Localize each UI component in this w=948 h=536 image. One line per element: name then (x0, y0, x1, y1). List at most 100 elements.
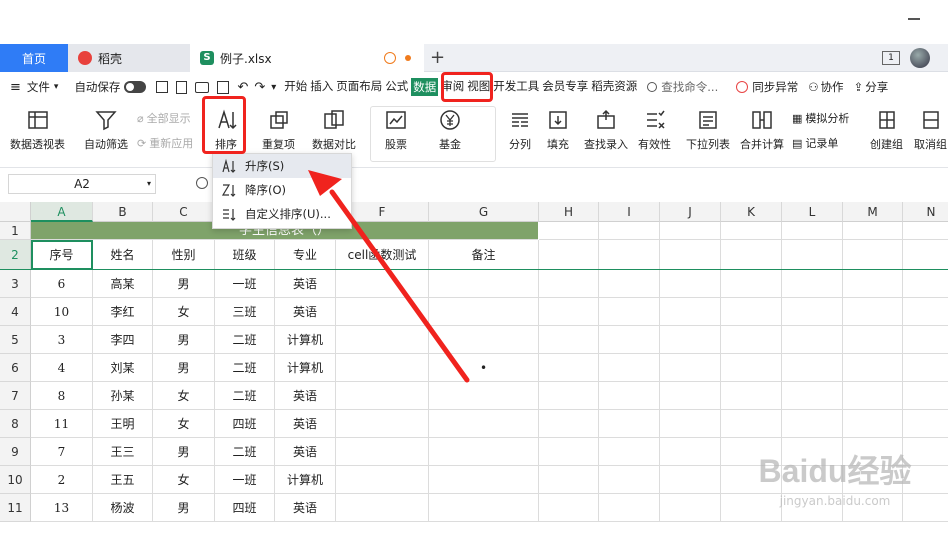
table-cell[interactable]: 6 (31, 270, 93, 298)
table-cell[interactable] (429, 466, 539, 494)
command-search[interactable]: 查找命令... (661, 79, 718, 95)
empty-cell[interactable] (539, 410, 599, 438)
table-cell[interactable]: 王三 (93, 438, 153, 466)
menu-formula[interactable]: 公式 (385, 78, 408, 96)
table-cell[interactable]: • (429, 354, 539, 382)
header-cell[interactable]: 备注 (429, 240, 539, 270)
empty-cell[interactable] (539, 494, 599, 522)
column-header-l[interactable]: L (782, 202, 843, 222)
tab-example-xlsx[interactable]: S 例子.xlsx (190, 44, 424, 72)
empty-cell[interactable] (843, 326, 903, 354)
empty-cell[interactable] (539, 326, 599, 354)
table-cell[interactable] (429, 382, 539, 410)
empty-cell[interactable] (599, 326, 660, 354)
table-cell[interactable]: 二班 (215, 438, 275, 466)
empty-cell[interactable] (599, 494, 660, 522)
table-cell[interactable] (429, 270, 539, 298)
empty-cell[interactable] (721, 240, 782, 270)
table-cell[interactable]: 7 (31, 438, 93, 466)
table-cell[interactable]: 二班 (215, 382, 275, 410)
table-cell[interactable]: 10 (31, 298, 93, 326)
autofilter-button[interactable]: 自动筛选 (84, 108, 128, 152)
menu-member[interactable]: 会员专享 (542, 78, 588, 96)
table-cell[interactable]: 四班 (215, 494, 275, 522)
hamburger-icon[interactable]: ≡ (10, 80, 21, 95)
table-cell[interactable]: 三班 (215, 298, 275, 326)
zoom-formula-icon[interactable] (196, 177, 208, 189)
header-cell[interactable]: 性别 (153, 240, 215, 270)
empty-cell[interactable] (903, 326, 948, 354)
compare-button[interactable]: 数据对比 (312, 108, 356, 152)
empty-cell[interactable] (843, 270, 903, 298)
column-header-h[interactable]: H (539, 202, 599, 222)
table-cell[interactable]: 3 (31, 326, 93, 354)
header-cell[interactable]: 专业 (275, 240, 336, 270)
table-cell[interactable]: 男 (153, 494, 215, 522)
table-cell[interactable]: 英语 (275, 438, 336, 466)
table-cell[interactable]: 孙某 (93, 382, 153, 410)
table-cell[interactable] (336, 326, 429, 354)
empty-cell[interactable] (539, 382, 599, 410)
split-column-button[interactable]: 分列 (508, 108, 532, 152)
create-group-button[interactable]: 创建组 (870, 108, 903, 152)
formula-input[interactable] (352, 174, 942, 194)
empty-cell[interactable] (660, 270, 721, 298)
empty-cell[interactable] (599, 354, 660, 382)
table-cell[interactable]: 四班 (215, 410, 275, 438)
empty-cell[interactable] (903, 240, 948, 270)
row-header-8[interactable]: 8 (0, 410, 31, 438)
reapply-button[interactable]: ⟳ 重新应用 (137, 135, 193, 151)
menu-docer-resources[interactable]: 稻壳资源 (591, 78, 637, 96)
header-cell[interactable]: 姓名 (93, 240, 153, 270)
empty-cell[interactable] (599, 298, 660, 326)
share-button[interactable]: 分享 (865, 79, 888, 95)
empty-cell[interactable] (539, 466, 599, 494)
table-cell[interactable]: 11 (31, 410, 93, 438)
table-cell[interactable]: 计算机 (275, 354, 336, 382)
column-header-n[interactable]: N (903, 202, 948, 222)
column-header-b[interactable]: B (93, 202, 153, 222)
autosave-toggle[interactable] (124, 81, 147, 93)
empty-cell[interactable] (660, 438, 721, 466)
collab-button[interactable]: 协作 (821, 79, 844, 95)
fill-button[interactable]: 填充 (546, 108, 570, 152)
empty-cell[interactable] (782, 222, 843, 240)
header-cell[interactable]: 班级 (215, 240, 275, 270)
empty-cell[interactable] (782, 240, 843, 270)
empty-cell[interactable] (721, 410, 782, 438)
more-icon[interactable]: ▾ (271, 82, 276, 93)
table-cell[interactable]: 计算机 (275, 466, 336, 494)
empty-cell[interactable] (599, 240, 660, 270)
sync-status[interactable]: 同步异常 (752, 79, 798, 95)
empty-cell[interactable] (599, 382, 660, 410)
empty-cell[interactable] (721, 382, 782, 410)
tab-home[interactable]: 首页 (0, 44, 68, 72)
empty-cell[interactable] (660, 240, 721, 270)
column-header-a[interactable]: A (31, 202, 93, 222)
empty-cell[interactable] (721, 222, 782, 240)
empty-cell[interactable] (843, 382, 903, 410)
table-cell[interactable]: 女 (153, 466, 215, 494)
table-cell[interactable] (429, 438, 539, 466)
empty-cell[interactable] (903, 222, 948, 240)
empty-cell[interactable] (903, 354, 948, 382)
empty-cell[interactable] (599, 222, 660, 240)
sort-ascending-item[interactable]: 升序(S) (213, 154, 351, 178)
print-preview-icon[interactable] (217, 80, 230, 94)
menu-developer[interactable]: 开发工具 (493, 78, 539, 96)
show-all-button[interactable]: ⌀ 全部显示 (137, 110, 191, 126)
table-cell[interactable] (429, 494, 539, 522)
row-header-7[interactable]: 7 (0, 382, 31, 410)
empty-cell[interactable] (721, 270, 782, 298)
table-cell[interactable]: 李红 (93, 298, 153, 326)
empty-cell[interactable] (599, 438, 660, 466)
column-header-c[interactable]: C (153, 202, 215, 222)
table-cell[interactable]: 男 (153, 438, 215, 466)
table-cell[interactable]: 杨波 (93, 494, 153, 522)
stock-button[interactable]: 股票 (384, 108, 408, 152)
empty-cell[interactable] (539, 222, 599, 240)
table-cell[interactable]: 二班 (215, 326, 275, 354)
table-cell[interactable] (429, 410, 539, 438)
empty-cell[interactable] (721, 326, 782, 354)
empty-cell[interactable] (599, 466, 660, 494)
